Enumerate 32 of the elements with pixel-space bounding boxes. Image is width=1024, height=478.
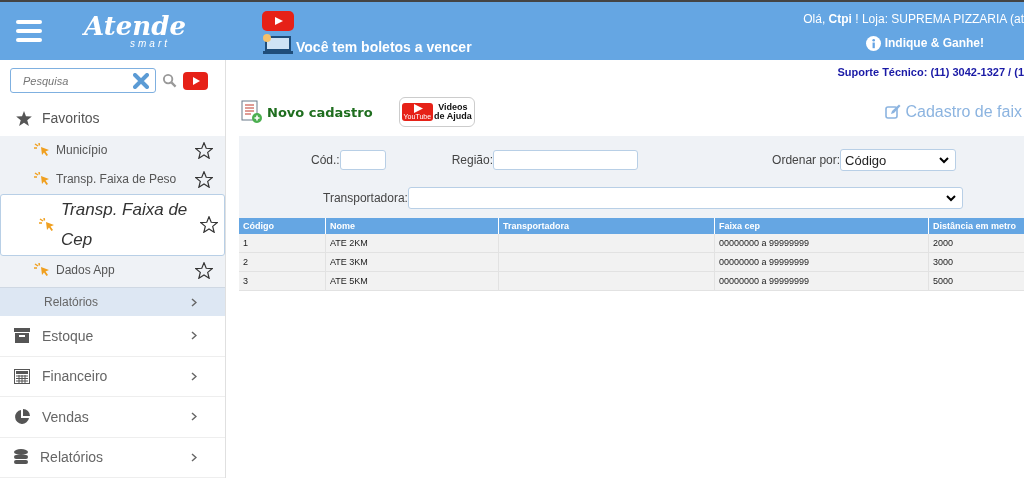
table-cell: 2	[243, 257, 248, 267]
table-cell: ATE 3KM	[330, 257, 368, 267]
table-cell: 2000	[933, 238, 954, 248]
logo: Atende smart	[81, 13, 187, 49]
favorite-menu-item[interactable]: Dados App	[56, 263, 189, 278]
order-label: Ordenar por:	[772, 153, 841, 167]
new-record-button[interactable]: Novo cadastro	[241, 100, 373, 124]
favorite-menu-item[interactable]: Município	[56, 143, 189, 158]
favorite-menu-item[interactable]: Transp. Faixa de Peso	[56, 172, 189, 187]
search-field[interactable]: Pesquisa	[10, 68, 156, 93]
table-cell: 00000000 a 99999999	[719, 238, 810, 248]
table-cell: 3	[243, 276, 248, 286]
table-cell: ATE 2KM	[330, 238, 368, 248]
code-label: Cód.:	[311, 153, 340, 167]
menu-item[interactable]: Financeiro	[0, 356, 225, 398]
table-cell: 5000	[933, 276, 954, 286]
menu-item[interactable]: Estoque	[0, 316, 225, 357]
support-phone-text: Suporte Técnico: (11) 3042-1327 / (1	[837, 66, 1024, 78]
menu-item[interactable]: Relatórios	[0, 437, 225, 478]
table-cell: 00000000 a 99999999	[719, 276, 810, 286]
page-title: Cadastro de faix	[905, 103, 1022, 121]
menu-item[interactable]: Vendas	[0, 397, 225, 438]
order-dropdown[interactable]: Código	[840, 149, 957, 171]
submenu-item[interactable]: Relatórios	[0, 286, 225, 317]
carrier-label: Transportadora:	[323, 191, 408, 205]
region-label: Região:	[451, 153, 494, 167]
table-cell: 3000	[933, 257, 954, 267]
greeting-text: Olá, Ctpi ! Loja: SUPREMA PIZZARIA (at	[803, 11, 1024, 26]
favorites-menu-item[interactable]: Favoritos	[0, 101, 225, 136]
table-cell: 1	[243, 238, 248, 248]
table-cell: ATE 5KM	[330, 276, 368, 286]
table-cell: 00000000 a 99999999	[719, 257, 810, 267]
